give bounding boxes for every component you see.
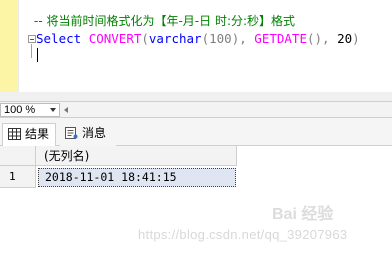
- comma: ,: [239, 31, 255, 46]
- zoom-select[interactable]: 100 %: [0, 103, 60, 117]
- change-tracking-margin: [0, 0, 18, 92]
- zoom-value: 100 %: [4, 104, 36, 116]
- results-tab-strip: 结果 消息: [0, 118, 392, 146]
- watermark-logo: Bai 经验: [272, 206, 334, 223]
- message-icon: [65, 127, 78, 139]
- select-keyword: Select: [36, 31, 82, 46]
- table-cell[interactable]: 2018-11-01 18:41:15: [38, 168, 236, 187]
- collapse-outline-icon[interactable]: [28, 35, 36, 43]
- varchar-length: (100): [201, 31, 240, 46]
- sql-comment-line: -- 将当前时间格式化为【年-月-日 时:分:秒】格式: [34, 14, 296, 28]
- varchar-keyword: varchar: [148, 31, 202, 46]
- gutter-divider: [18, 0, 19, 92]
- tab-messages[interactable]: 消息: [60, 123, 116, 146]
- tab-results-label: 结果: [25, 127, 50, 141]
- editor-horizontal-scrollbar[interactable]: [0, 92, 392, 101]
- sql-statement-line: Select CONVERT(varchar(100), GETDATE(), …: [36, 31, 360, 47]
- column-header[interactable]: (无列名): [36, 146, 237, 166]
- outline-guide-line: [31, 44, 32, 58]
- getdate-parens: (): [306, 31, 323, 46]
- getdate-function: GETDATE: [254, 31, 307, 46]
- query-editor[interactable]: -- 将当前时间格式化为【年-月-日 时:分:秒】格式 Select CONVE…: [0, 0, 392, 101]
- paren-close: ): [352, 31, 360, 46]
- convert-function: CONVERT: [88, 31, 142, 46]
- text-caret: [37, 48, 38, 62]
- tab-results[interactable]: 结果: [2, 123, 56, 146]
- grid-corner-select-all[interactable]: [0, 146, 36, 166]
- style-code: 20: [337, 31, 353, 46]
- grid-icon: [8, 128, 21, 140]
- chevron-down-icon[interactable]: [50, 108, 56, 112]
- tab-messages-label: 消息: [82, 126, 107, 140]
- scroll-left-arrow-icon[interactable]: [64, 107, 68, 113]
- paren-open: (: [141, 31, 149, 46]
- comma: ,: [322, 31, 338, 46]
- watermark-url: https://blog.csdn.net/qq_39207963: [138, 227, 348, 242]
- row-header[interactable]: 1: [0, 166, 36, 188]
- zoom-bar: 100 %: [0, 101, 392, 118]
